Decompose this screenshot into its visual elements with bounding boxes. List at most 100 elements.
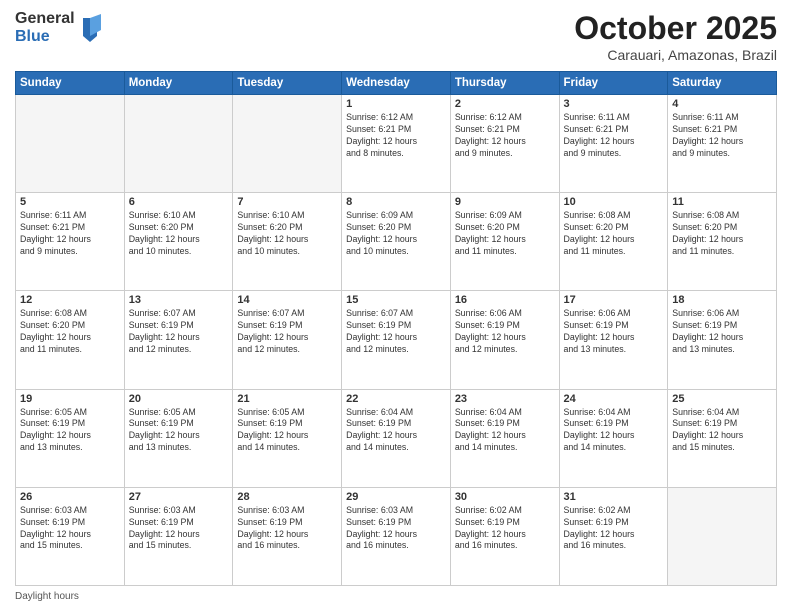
cell-content: Sunrise: 6:11 AMSunset: 6:21 PMDaylight:…: [672, 112, 772, 160]
calendar-cell: 21 Sunrise: 6:05 AMSunset: 6:19 PMDayligh…: [233, 389, 342, 487]
cell-content: Sunrise: 6:06 AMSunset: 6:19 PMDaylight:…: [455, 308, 555, 356]
week-row-0: 1 Sunrise: 6:12 AMSunset: 6:21 PMDaylight…: [16, 95, 777, 193]
cell-content: Sunrise: 6:04 AMSunset: 6:19 PMDaylight:…: [564, 407, 664, 455]
cell-content: Sunrise: 6:11 AMSunset: 6:21 PMDaylight:…: [20, 210, 120, 258]
cell-content: Sunrise: 6:08 AMSunset: 6:20 PMDaylight:…: [564, 210, 664, 258]
header-wednesday: Wednesday: [342, 72, 451, 95]
cell-content: Sunrise: 6:03 AMSunset: 6:19 PMDaylight:…: [237, 505, 337, 553]
day-number: 9: [455, 196, 555, 208]
week-row-3: 19 Sunrise: 6:05 AMSunset: 6:19 PMDayligh…: [16, 389, 777, 487]
day-number: 29: [346, 491, 446, 503]
cell-content: Sunrise: 6:10 AMSunset: 6:20 PMDaylight:…: [237, 210, 337, 258]
day-number: 21: [237, 393, 337, 405]
calendar-cell: [16, 95, 125, 193]
day-number: 12: [20, 294, 120, 306]
cell-content: Sunrise: 6:12 AMSunset: 6:21 PMDaylight:…: [455, 112, 555, 160]
calendar-cell: 12 Sunrise: 6:08 AMSunset: 6:20 PMDayligh…: [16, 291, 125, 389]
day-number: 1: [346, 98, 446, 110]
day-number: 3: [564, 98, 664, 110]
calendar-cell: 29Sunrise: 6:03 AMSunset: 6:19 PMDayligh…: [342, 487, 451, 585]
day-number: 8: [346, 196, 446, 208]
calendar-cell: 8 Sunrise: 6:09 AMSunset: 6:20 PMDaylight…: [342, 193, 451, 291]
cell-content: Sunrise: 6:04 AMSunset: 6:19 PMDaylight:…: [672, 407, 772, 455]
day-number: 4: [672, 98, 772, 110]
logo-icon: [79, 14, 101, 42]
day-number: 19: [20, 393, 120, 405]
footer-note: Daylight hours: [15, 591, 777, 602]
week-row-1: 5 Sunrise: 6:11 AMSunset: 6:21 PMDaylight…: [16, 193, 777, 291]
day-number: 7: [237, 196, 337, 208]
calendar-cell: 11 Sunrise: 6:08 AMSunset: 6:20 PMDayligh…: [668, 193, 777, 291]
calendar-cell: 3 Sunrise: 6:11 AMSunset: 6:21 PMDaylight…: [559, 95, 668, 193]
calendar-cell: 31Sunrise: 6:02 AMSunset: 6:19 PMDayligh…: [559, 487, 668, 585]
day-number: 26: [20, 491, 120, 503]
header: General Blue October 2025 Carauari, Amaz…: [15, 10, 777, 63]
day-number: 14: [237, 294, 337, 306]
location: Carauari, Amazonas, Brazil: [574, 47, 777, 63]
calendar-cell: 22 Sunrise: 6:04 AMSunset: 6:19 PMDayligh…: [342, 389, 451, 487]
cell-content: Sunrise: 6:05 AMSunset: 6:19 PMDaylight:…: [237, 407, 337, 455]
calendar-cell: [124, 95, 233, 193]
cell-content: Sunrise: 6:09 AMSunset: 6:20 PMDaylight:…: [346, 210, 446, 258]
calendar-cell: 19 Sunrise: 6:05 AMSunset: 6:19 PMDayligh…: [16, 389, 125, 487]
cell-content: Sunrise: 6:07 AMSunset: 6:19 PMDaylight:…: [237, 308, 337, 356]
week-row-2: 12 Sunrise: 6:08 AMSunset: 6:20 PMDayligh…: [16, 291, 777, 389]
calendar-cell: 18 Sunrise: 6:06 AMSunset: 6:19 PMDayligh…: [668, 291, 777, 389]
calendar-cell: [233, 95, 342, 193]
day-number: 16: [455, 294, 555, 306]
day-number: 15: [346, 294, 446, 306]
day-number: 31: [564, 491, 664, 503]
cell-content: Sunrise: 6:10 AMSunset: 6:20 PMDaylight:…: [129, 210, 229, 258]
calendar-cell: 24Sunrise: 6:04 AMSunset: 6:19 PMDayligh…: [559, 389, 668, 487]
title-block: October 2025 Carauari, Amazonas, Brazil: [574, 10, 777, 63]
header-tuesday: Tuesday: [233, 72, 342, 95]
cell-content: Sunrise: 6:05 AMSunset: 6:19 PMDaylight:…: [20, 407, 120, 455]
cell-content: Sunrise: 6:08 AMSunset: 6:20 PMDaylight:…: [20, 308, 120, 356]
cell-content: Sunrise: 6:12 AMSunset: 6:21 PMDaylight:…: [346, 112, 446, 160]
cell-content: Sunrise: 6:11 AMSunset: 6:21 PMDaylight:…: [564, 112, 664, 160]
calendar-cell: 20 Sunrise: 6:05 AMSunset: 6:19 PMDayligh…: [124, 389, 233, 487]
calendar-cell: 4 Sunrise: 6:11 AMSunset: 6:21 PMDaylight…: [668, 95, 777, 193]
calendar-cell: 30Sunrise: 6:02 AMSunset: 6:19 PMDayligh…: [450, 487, 559, 585]
day-number: 30: [455, 491, 555, 503]
day-number: 20: [129, 393, 229, 405]
day-number: 10: [564, 196, 664, 208]
calendar-cell: 10 Sunrise: 6:08 AMSunset: 6:20 PMDayligh…: [559, 193, 668, 291]
day-number: 17: [564, 294, 664, 306]
day-number: 11: [672, 196, 772, 208]
calendar-cell: 6 Sunrise: 6:10 AMSunset: 6:20 PMDaylight…: [124, 193, 233, 291]
month-title: October 2025: [574, 10, 777, 47]
cell-content: Sunrise: 6:04 AMSunset: 6:19 PMDaylight:…: [455, 407, 555, 455]
day-number: 27: [129, 491, 229, 503]
day-number: 6: [129, 196, 229, 208]
cell-content: Sunrise: 6:08 AMSunset: 6:20 PMDaylight:…: [672, 210, 772, 258]
cell-content: Sunrise: 6:03 AMSunset: 6:19 PMDaylight:…: [20, 505, 120, 553]
calendar-header-row: SundayMondayTuesdayWednesdayThursdayFrid…: [16, 72, 777, 95]
cell-content: Sunrise: 6:05 AMSunset: 6:19 PMDaylight:…: [129, 407, 229, 455]
week-row-4: 26 Sunrise: 6:03 AMSunset: 6:19 PMDayligh…: [16, 487, 777, 585]
day-number: 13: [129, 294, 229, 306]
calendar-cell: 28 Sunrise: 6:03 AMSunset: 6:19 PMDayligh…: [233, 487, 342, 585]
day-number: 28: [237, 491, 337, 503]
cell-content: Sunrise: 6:06 AMSunset: 6:19 PMDaylight:…: [672, 308, 772, 356]
calendar-cell: 26 Sunrise: 6:03 AMSunset: 6:19 PMDayligh…: [16, 487, 125, 585]
day-number: 5: [20, 196, 120, 208]
cell-content: Sunrise: 6:07 AMSunset: 6:19 PMDaylight:…: [346, 308, 446, 356]
calendar-cell: 13Sunrise: 6:07 AMSunset: 6:19 PMDayligh…: [124, 291, 233, 389]
page: General Blue October 2025 Carauari, Amaz…: [0, 0, 792, 612]
day-number: 22: [346, 393, 446, 405]
calendar-cell: 14 Sunrise: 6:07 AMSunset: 6:19 PMDayligh…: [233, 291, 342, 389]
logo-general: General: [15, 10, 75, 28]
footer-note-text: Daylight hours: [15, 591, 79, 602]
day-number: 2: [455, 98, 555, 110]
day-number: 25: [672, 393, 772, 405]
calendar-cell: 16 Sunrise: 6:06 AMSunset: 6:19 PMDayligh…: [450, 291, 559, 389]
day-number: 18: [672, 294, 772, 306]
calendar-cell: 17 Sunrise: 6:06 AMSunset: 6:19 PMDayligh…: [559, 291, 668, 389]
cell-content: Sunrise: 6:06 AMSunset: 6:19 PMDaylight:…: [564, 308, 664, 356]
logo-text: General Blue: [15, 10, 75, 45]
cell-content: Sunrise: 6:04 AMSunset: 6:19 PMDaylight:…: [346, 407, 446, 455]
calendar-cell: 15 Sunrise: 6:07 AMSunset: 6:19 PMDayligh…: [342, 291, 451, 389]
header-saturday: Saturday: [668, 72, 777, 95]
calendar-cell: 23Sunrise: 6:04 AMSunset: 6:19 PMDayligh…: [450, 389, 559, 487]
